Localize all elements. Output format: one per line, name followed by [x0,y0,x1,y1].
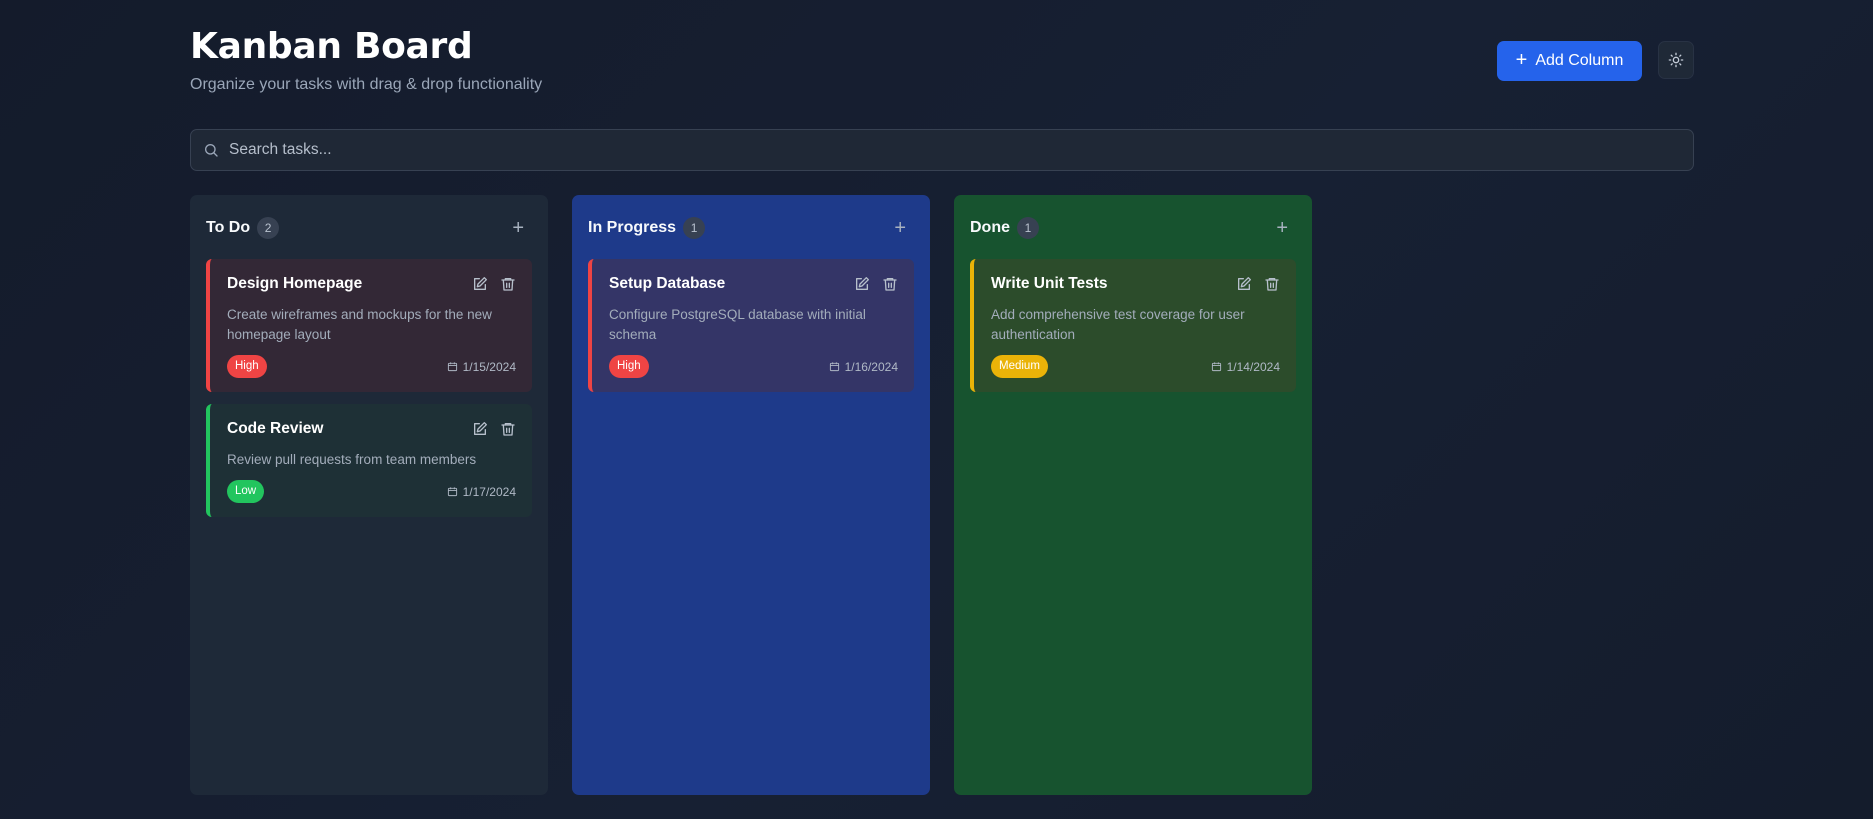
edit-icon[interactable] [472,276,488,292]
trash-icon[interactable] [1264,276,1280,292]
column-header: Done 1 + [970,216,1296,240]
edit-icon[interactable] [854,276,870,292]
header: Kanban Board Organize your tasks with dr… [190,0,1694,122]
search-icon [205,144,218,157]
priority-badge: High [609,355,649,378]
due-date: 1/14/2024 [1211,360,1280,374]
card-list: Write Unit Tests Add comprehensive test … [970,259,1296,392]
due-date-text: 1/15/2024 [462,359,516,374]
task-title: Code Review [227,420,324,437]
column-count-badge: 1 [1017,217,1039,239]
task-description: Review pull requests from team members [227,452,477,467]
task-card[interactable]: Code Review Review pull requests from te… [206,404,532,517]
calendar-icon [447,362,457,372]
column-done[interactable]: Done 1 + Write Unit Tests Add comprehens… [954,195,1312,795]
add-card-button[interactable]: + [512,218,524,238]
trash-icon[interactable] [500,276,516,292]
calendar-icon [1211,362,1221,372]
add-column-button[interactable]: + Add Column [1497,41,1642,81]
task-title: Write Unit Tests [991,275,1108,292]
add-card-button[interactable]: + [894,218,906,238]
priority-badge: High [227,355,267,378]
plus-icon: + [1515,49,1528,71]
task-card[interactable]: Design Homepage Create wireframes and mo… [206,259,532,392]
theme-toggle-button[interactable] [1658,41,1694,79]
column-header: In Progress 1 + [588,216,914,240]
add-card-button[interactable]: + [1276,218,1288,238]
due-date-text: 1/17/2024 [462,484,516,499]
edit-icon[interactable] [1236,276,1252,292]
task-description: Create wireframes and mockups for the ne… [227,307,492,342]
calendar-icon [829,362,839,372]
trash-icon[interactable] [882,276,898,292]
card-list: Design Homepage Create wireframes and mo… [206,259,532,517]
kanban-app: Kanban Board Organize your tasks with dr… [190,0,1694,795]
task-title: Setup Database [609,275,726,292]
calendar-icon [447,487,457,497]
board: To Do 2 + Design Homepage Create wirefra… [190,195,1312,795]
card-list: Setup Database Configure PostgreSQL data… [588,259,914,392]
page-subtitle: Organize your tasks with drag & drop fun… [190,76,543,93]
task-card[interactable]: Setup Database Configure PostgreSQL data… [588,259,914,392]
priority-badge: Medium [991,355,1048,378]
due-date: 1/16/2024 [829,360,898,374]
task-description: Configure PostgreSQL database with initi… [609,307,866,342]
due-date: 1/17/2024 [447,485,516,499]
column-count-badge: 1 [683,217,706,239]
sun-icon [1668,52,1684,68]
edit-icon[interactable] [472,421,488,437]
column-header: To Do 2 + [206,216,532,240]
column-title: To Do [206,219,251,236]
task-description: Add comprehensive test coverage for user… [991,307,1245,342]
due-date: 1/15/2024 [447,360,516,374]
add-column-label: Add Column [1535,52,1624,69]
due-date-text: 1/14/2024 [1226,359,1280,374]
column-count-badge: 2 [257,217,280,239]
due-date-text: 1/16/2024 [844,359,898,374]
task-title: Design Homepage [227,275,363,292]
column-in-progress[interactable]: In Progress 1 + Setup Database Configure… [572,195,930,795]
column-todo[interactable]: To Do 2 + Design Homepage Create wirefra… [190,195,548,795]
priority-badge: Low [227,480,265,503]
column-title: In Progress [588,219,677,236]
search-input[interactable] [229,130,1679,170]
task-card[interactable]: Write Unit Tests Add comprehensive test … [970,259,1296,392]
page-title: Kanban Board [190,26,473,67]
column-title: Done [970,219,1010,236]
search-bar [190,129,1694,171]
trash-icon[interactable] [500,421,516,437]
